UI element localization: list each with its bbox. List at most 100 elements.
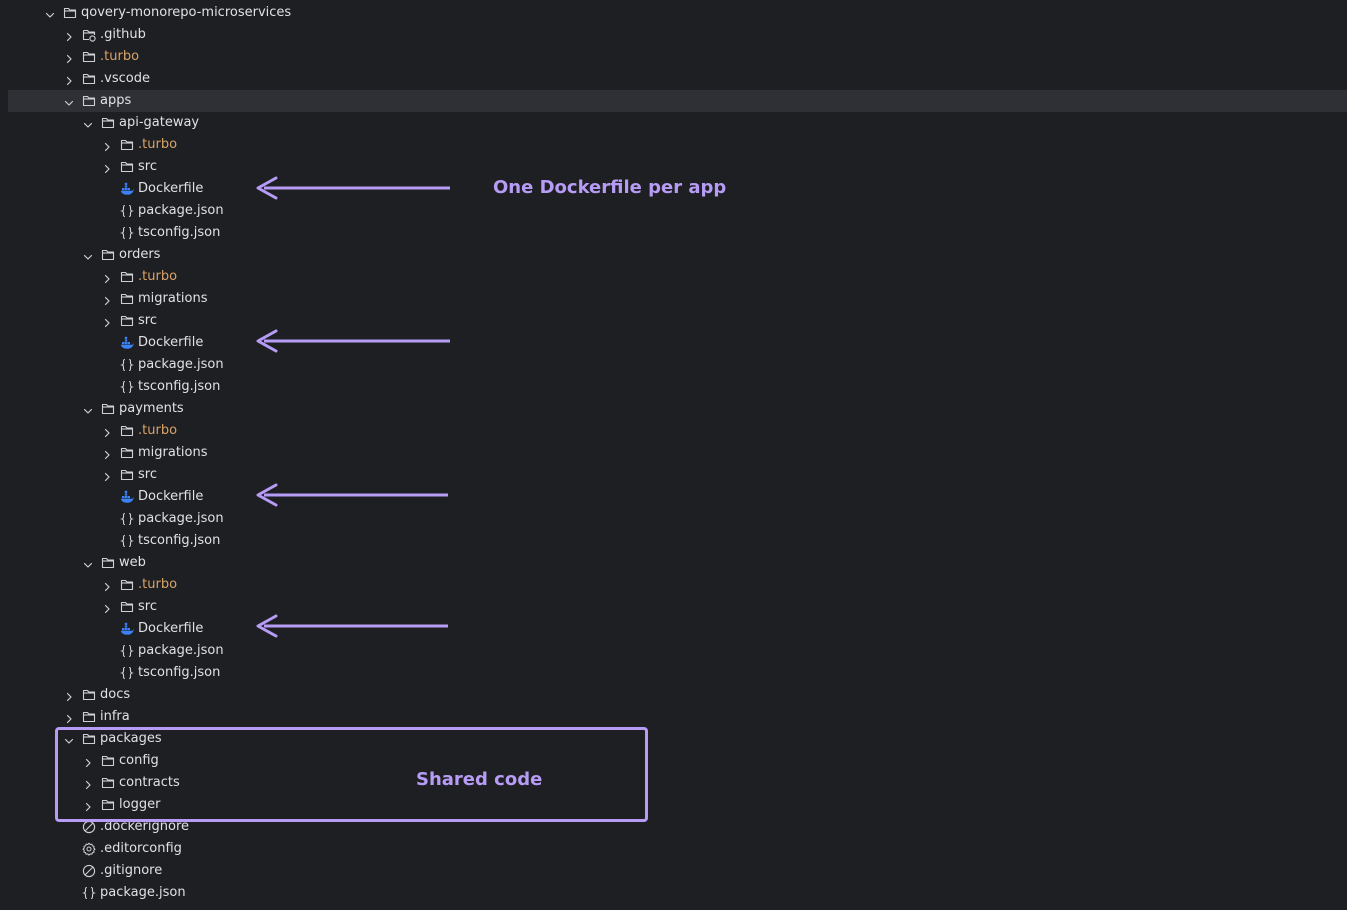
tree-file-dockerfile[interactable]: Dockerfile [0,332,1347,354]
tree-file-dockerfile[interactable]: Dockerfile [0,618,1347,640]
json-icon [120,666,134,680]
folder-icon [120,270,134,284]
chevron-right-icon[interactable] [101,469,113,482]
chevron-right-icon[interactable] [101,139,113,152]
tree-item-label: src [138,599,157,614]
shared-code-annotation: Shared code [416,769,543,790]
chevron-down-icon[interactable] [82,117,94,129]
chevron-right-icon[interactable] [63,73,75,86]
chevron-right-icon[interactable] [101,425,113,438]
tree-folder-migrations[interactable]: migrations [0,442,1347,464]
chevron-right-icon[interactable] [63,689,75,702]
folder-icon [120,424,134,438]
tree-folder-payments[interactable]: payments [0,398,1347,420]
tree-item-label: .vscode [100,71,150,86]
tree-item-label: web [119,555,146,570]
tree-folder-infra[interactable]: infra [0,706,1347,728]
folder-icon [120,160,134,174]
folder-icon [82,688,96,702]
tree-file-package-json[interactable]: package.json [0,200,1347,222]
tree-file-package-json[interactable]: package.json [0,508,1347,530]
chevron-right-icon[interactable] [101,579,113,592]
tree-item-label: package.json [100,885,186,900]
tree-folder-api-gateway[interactable]: api-gateway [0,112,1347,134]
tree-folder-apps[interactable]: apps [0,90,1347,112]
tree-file-tsconfig-json[interactable]: tsconfig.json [0,222,1347,244]
chevron-right-icon[interactable] [101,293,113,306]
tree-file-tsconfig-json[interactable]: tsconfig.json [0,662,1347,684]
arrow-orders-dockerfile [256,329,450,353]
tree-file-editorconfig[interactable]: .editorconfig [0,838,1347,860]
dockerfile-annotation: One Dockerfile per app [493,177,727,198]
tree-item-label: Dockerfile [138,181,204,196]
tree-folder-github[interactable]: .github [0,24,1347,46]
tree-item-label: .turbo [138,423,178,438]
chevron-right-icon[interactable] [101,161,113,174]
arrow-web-dockerfile [256,614,448,638]
chevron-down-icon[interactable] [82,403,94,415]
tree-folder-src[interactable]: src [0,156,1347,178]
chevron-right-icon[interactable] [63,711,75,724]
chevron-right-icon[interactable] [63,29,75,42]
json-icon [120,380,134,394]
tree-item-label: apps [100,93,132,108]
chevron-down-icon[interactable] [63,95,75,107]
tree-item-label: docs [100,687,131,702]
tree-file-package-json[interactable]: package.json [0,354,1347,376]
tree-item-label: infra [100,709,130,724]
tree-item-label: migrations [138,291,208,306]
tree-item-label: api-gateway [119,115,200,130]
tree-file-dockerfile[interactable]: Dockerfile [0,486,1347,508]
chevron-right-icon[interactable] [63,51,75,64]
chevron-down-icon[interactable] [44,7,56,19]
tree-item-label: package.json [138,511,224,526]
folder-icon [101,556,115,570]
folder-icon [82,94,96,108]
json-icon [120,358,134,372]
chevron-right-icon[interactable] [101,315,113,328]
tree-file-tsconfig-json[interactable]: tsconfig.json [0,376,1347,398]
json-icon [120,534,134,548]
tree-folder-web[interactable]: web [0,552,1347,574]
arrow-api-gateway-dockerfile [256,176,450,200]
tree-item-label: tsconfig.json [138,533,221,548]
json-icon [82,886,96,900]
tree-folder-turbo[interactable]: .turbo [0,420,1347,442]
tree-file-package-json[interactable]: package.json [0,882,1347,904]
tree-item-label: .gitignore [100,863,163,878]
tree-folder-qovery-monorepo-microservices[interactable]: qovery-monorepo-microservices [0,2,1347,24]
tree-file-package-json[interactable]: package.json [0,640,1347,662]
chevron-down-icon[interactable] [82,557,94,569]
folder-icon [120,578,134,592]
tree-file-gitignore[interactable]: .gitignore [0,860,1347,882]
tree-file-tsconfig-json[interactable]: tsconfig.json [0,530,1347,552]
tree-folder-turbo[interactable]: .turbo [0,266,1347,288]
tree-folder-migrations[interactable]: migrations [0,288,1347,310]
folder-icon [101,402,115,416]
folder-icon [120,314,134,328]
tree-folder-turbo[interactable]: .turbo [0,134,1347,156]
json-icon [120,644,134,658]
tree-folder-vscode[interactable]: .vscode [0,68,1347,90]
tree-folder-turbo[interactable]: .turbo [0,574,1347,596]
chevron-down-icon[interactable] [82,249,94,261]
chevron-right-icon[interactable] [101,601,113,614]
chevron-right-icon[interactable] [101,447,113,460]
tree-item-label: Dockerfile [138,335,204,350]
docker-icon [120,490,134,504]
tree-item-label: .github [100,27,146,42]
folder-icon [101,116,115,130]
tree-folder-src[interactable]: src [0,596,1347,618]
tree-item-label: Dockerfile [138,489,204,504]
folder-icon [120,292,134,306]
tree-folder-orders[interactable]: orders [0,244,1347,266]
ignore-icon [82,864,96,878]
tree-folder-docs[interactable]: docs [0,684,1347,706]
tree-folder-src[interactable]: src [0,464,1347,486]
docker-icon [120,336,134,350]
arrow-payments-dockerfile [256,483,448,507]
tree-folder-turbo[interactable]: .turbo [0,46,1347,68]
tree-folder-src[interactable]: src [0,310,1347,332]
tree-item-label: orders [119,247,161,262]
chevron-right-icon[interactable] [101,271,113,284]
